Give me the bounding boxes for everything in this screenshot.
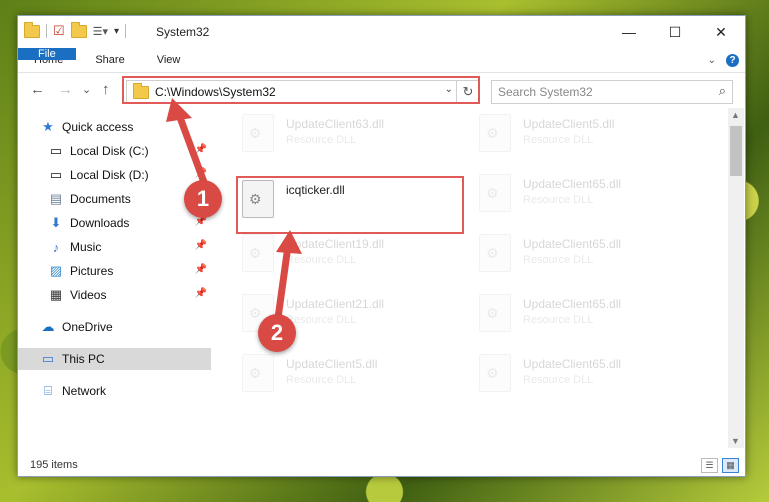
arrow-2-shaft [274,242,292,322]
arrow-1-shaft [174,108,209,189]
annotation-arrows [166,98,302,322]
arrow-1-head [166,98,192,122]
step-badge-1: 1 [184,180,222,218]
step-badge-2: 2 [258,314,296,352]
arrow-2-head [276,230,302,254]
